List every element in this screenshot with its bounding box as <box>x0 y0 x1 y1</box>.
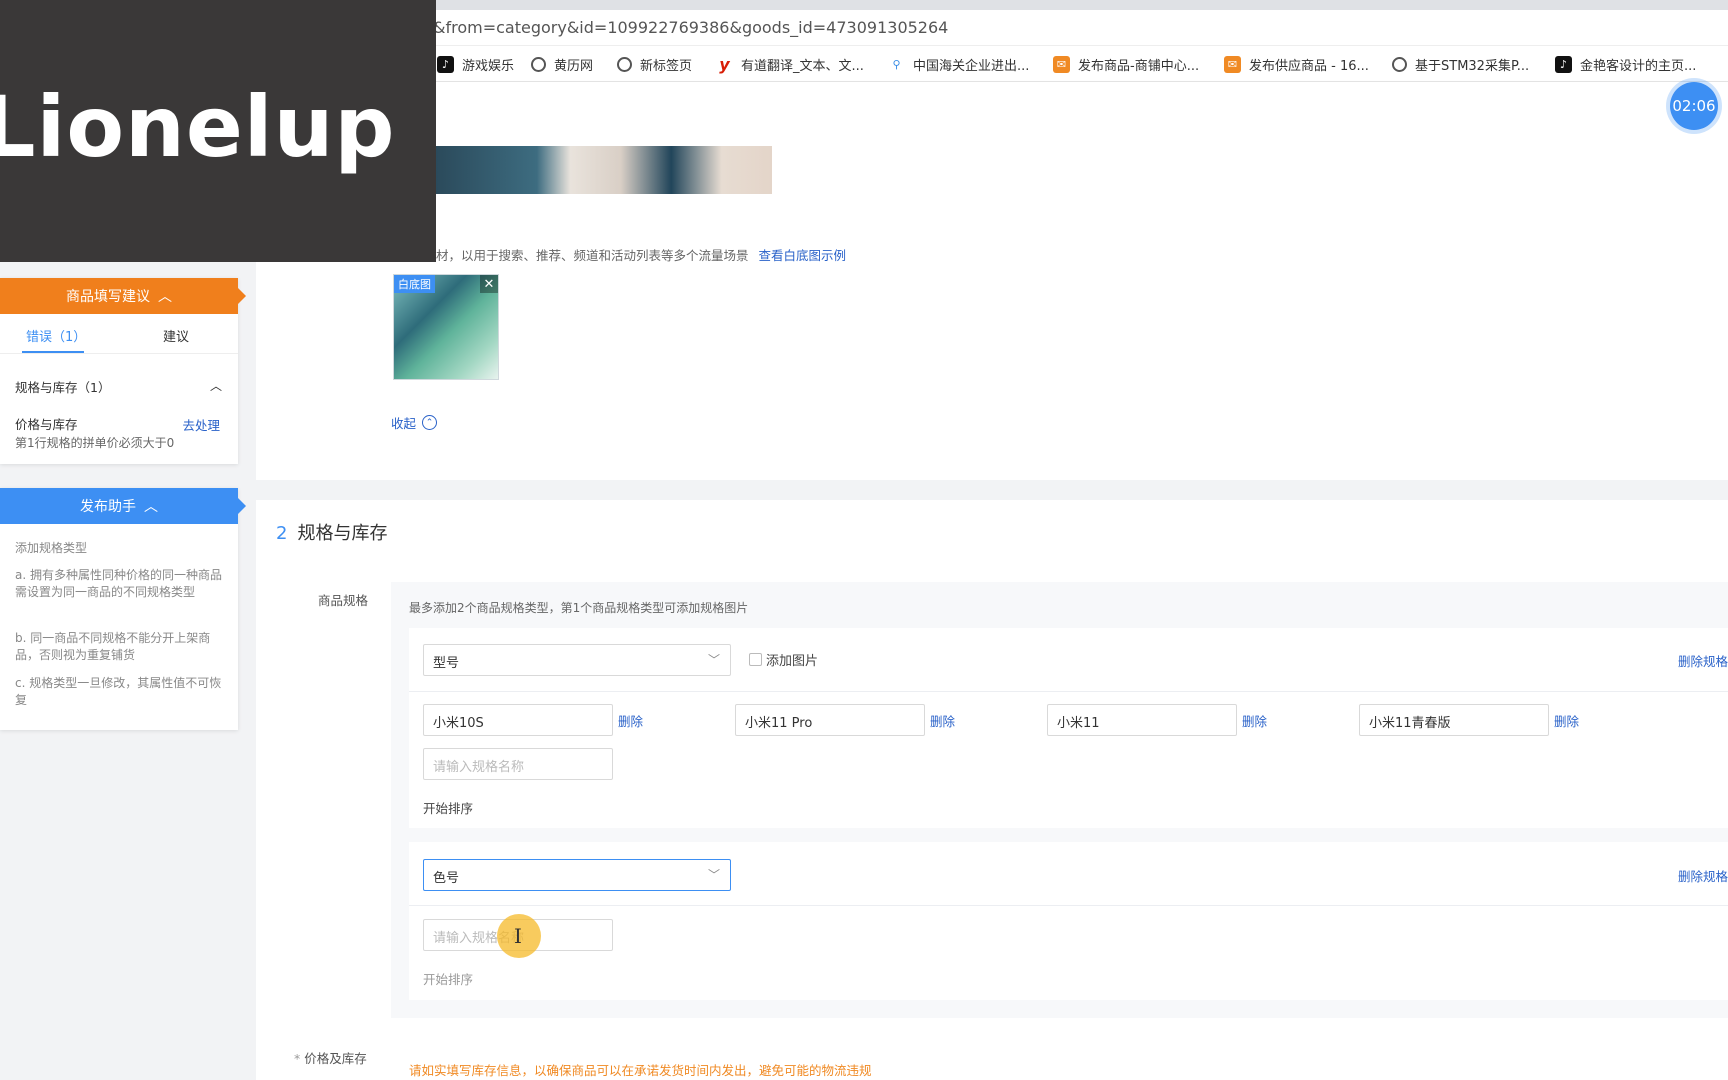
bookmark-label: 基于STM32采集P... <box>1415 58 1530 74</box>
shop-icon: ✉ <box>1053 55 1070 73</box>
bookmark-label: 金艳客设计的主页... <box>1580 58 1697 74</box>
suggestion-panel: 商品填写建议 ︿ 错误（1） 建议 规格与库存（1） ︿ 价格与库存 去处理 第1… <box>0 278 246 464</box>
chevron-up-icon: ︿ <box>144 499 158 515</box>
youdao-icon: y <box>719 54 730 74</box>
bookmark-label: 中国海关企业进出... <box>913 58 1030 74</box>
bookmark-supply[interactable]: ✉ 发布供应商品 - 16... <box>1224 53 1369 75</box>
spec-type-value: 型号 <box>433 656 460 671</box>
error-group-title[interactable]: 规格与库存（1） <box>15 377 110 396</box>
publish-helper-title: 发布助手 <box>80 499 136 515</box>
globe-icon <box>1392 56 1407 72</box>
bookmark-label: 发布商品-商铺中心... <box>1078 58 1200 74</box>
error-item-desc: 第1行规格的拼单价必须大于0 <box>15 436 175 450</box>
go-handle-link[interactable]: 去处理 <box>182 415 220 434</box>
divider <box>409 691 1728 692</box>
chevron-up-icon: ⌃ <box>422 415 438 430</box>
bookmark-label: 有道翻译_文本、文... <box>741 58 864 74</box>
suggestion-panel-title: 商品填写建议 <box>66 289 150 305</box>
tiktok-icon: ♪ <box>437 55 454 73</box>
pin-icon: ⚲ <box>892 57 901 71</box>
required-mark: * <box>294 1051 301 1066</box>
spec-value-input[interactable]: 小米11青春版 <box>1359 704 1549 736</box>
publish-helper-panel: 发布助手 ︿ 添加规格类型 a. 拥有多种属性同种价格的同一种商品需设置为同一商品… <box>0 488 246 730</box>
add-picture-label: 添加图片 <box>766 654 819 669</box>
spec-type-select-2[interactable]: 色号 ﹀ <box>423 859 731 891</box>
white-bg-hint: 材，以用于搜索、推荐、频道和活动列表等多个流量场景 查看白底图示例 <box>436 245 846 264</box>
spec-type-value: 色号 <box>433 871 460 886</box>
bookmark-games[interactable]: ♪ 游戏娱乐 <box>437 53 514 75</box>
new-spec-value-input[interactable]: 请输入规格名称 <box>423 748 613 780</box>
delete-spec-button[interactable]: 删除规格 <box>1678 651 1728 670</box>
bookmark-youdao[interactable]: y 有道翻译_文本、文... <box>716 53 864 75</box>
section-title-text: 规格与库存 <box>297 523 388 544</box>
product-image <box>436 146 772 194</box>
bookmark-customs[interactable]: ⚲ 中国海关企业进出... <box>888 53 1029 75</box>
timer-badge[interactable]: 02:06 <box>1670 82 1718 130</box>
section-title: 2 规格与库存 <box>276 519 387 545</box>
text-cursor-icon: I <box>514 924 522 948</box>
bookmark-stm32[interactable]: 基于STM32采集P... <box>1392 53 1529 75</box>
start-sort-button[interactable]: 开始排序 <box>423 969 473 988</box>
spec-value-input[interactable]: 小米10S <box>423 704 613 736</box>
chevron-down-icon: ﹀ <box>707 653 720 667</box>
hint-text: 材，以用于搜索、推荐、频道和活动列表等多个流量场景 <box>436 248 749 263</box>
delete-value-button[interactable]: 删除 <box>618 711 643 730</box>
brand-text: Lionelup <box>0 78 396 176</box>
chevron-down-icon: ﹀ <box>707 868 720 882</box>
bookmark-label: 发布供应商品 - 16... <box>1249 58 1369 74</box>
bookmark-label: 黄历网 <box>554 58 594 74</box>
bookmark-designer[interactable]: ♪ 金艳客设计的主页... <box>1555 53 1696 75</box>
delete-value-button[interactable]: 删除 <box>930 711 955 730</box>
checkbox[interactable] <box>749 653 762 666</box>
watermark-overlay: Lionelup <box>0 0 436 262</box>
pointer-arrow <box>238 288 246 304</box>
helper-tip: b. 同一商品不同规格不能分开上架商品，否则视为重复铺货 <box>15 631 211 662</box>
add-picture-checkbox[interactable]: 添加图片 <box>749 650 818 669</box>
bookmark-publish[interactable]: ✉ 发布商品-商铺中心... <box>1053 53 1199 75</box>
white-bg-thumbnail[interactable]: 白底图 ✕ <box>393 274 499 380</box>
collapse-button[interactable]: 收起 ⌃ <box>391 413 438 432</box>
chevron-up-icon[interactable]: ︿ <box>210 377 222 394</box>
delete-value-button[interactable]: 删除 <box>1242 711 1267 730</box>
spec-desc: 最多添加2个商品规格类型，第1个商品规格类型可添加规格图片 <box>409 601 749 615</box>
suggestion-tabs: 错误（1） 建议 <box>0 314 238 354</box>
suggestion-panel-header[interactable]: 商品填写建议 ︿ <box>0 278 238 314</box>
publish-helper-header[interactable]: 发布助手 ︿ <box>0 488 238 524</box>
bookmark-label: 新标签页 <box>640 58 693 74</box>
active-tab-indicator <box>22 351 84 353</box>
start-sort-button[interactable]: 开始排序 <box>423 798 473 817</box>
helper-tip: a. 拥有多种属性同种价格的同一种商品需设置为同一商品的不同规格类型 <box>15 568 222 599</box>
spec-value-input[interactable]: 小米11 Pro <box>735 704 925 736</box>
bookmark-newtab[interactable]: 新标签页 <box>617 53 692 75</box>
delete-value-button[interactable]: 删除 <box>1554 711 1579 730</box>
globe-icon <box>531 56 546 72</box>
tab-suggestions[interactable]: 建议 <box>163 326 189 345</box>
spec-value-input[interactable]: 小米11 <box>1047 704 1237 736</box>
chevron-up-icon: ︿ <box>158 289 172 305</box>
bookmark-label: 游戏娱乐 <box>462 58 515 74</box>
price-stock-label-text: 价格及库存 <box>304 1051 367 1066</box>
helper-heading: 添加规格类型 <box>15 541 88 555</box>
divider <box>409 905 1728 906</box>
helper-tip: c. 规格类型一旦修改，其属性值不可恢复 <box>15 676 222 707</box>
spec-type-select-1[interactable]: 型号 ﹀ <box>423 644 731 676</box>
shop-icon: ✉ <box>1224 55 1241 73</box>
collapse-label: 收起 <box>391 416 417 431</box>
pointer-arrow <box>238 498 246 514</box>
tiktok-icon: ♪ <box>1555 55 1572 73</box>
error-item-title: 价格与库存 <box>15 417 78 432</box>
thumb-tag: 白底图 <box>394 275 435 293</box>
close-icon[interactable]: ✕ <box>480 275 498 293</box>
url-text[interactable]: &from=category&id=109922769386&goods_id=… <box>433 18 948 37</box>
delete-spec-button[interactable]: 删除规格 <box>1678 866 1728 885</box>
price-stock-label: * 价格及库存 <box>294 1048 367 1067</box>
view-example-link[interactable]: 查看白底图示例 <box>759 248 847 263</box>
globe-icon <box>617 56 632 72</box>
price-warning: 请如实填写库存信息，以确保商品可以在承诺发货时间内发出，避免可能的物流违规 <box>409 1063 872 1078</box>
bookmark-almanac[interactable]: 黄历网 <box>531 53 593 75</box>
tab-errors[interactable]: 错误（1） <box>26 326 86 345</box>
section-number: 2 <box>276 523 288 544</box>
spec-label: 商品规格 <box>318 593 369 608</box>
